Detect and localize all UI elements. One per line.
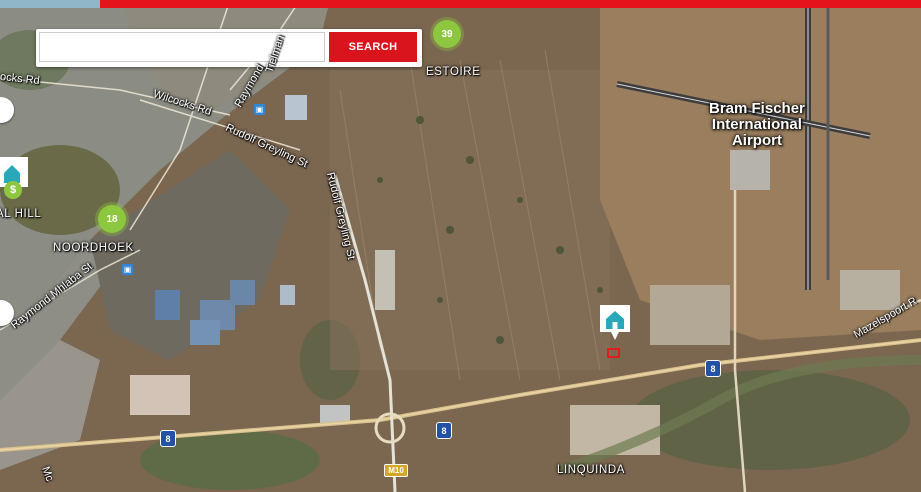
- dollar-icon: $: [4, 181, 22, 199]
- route-shield-n8-center: 8: [436, 422, 452, 439]
- listing-marker[interactable]: [599, 304, 631, 344]
- route-shield-m10: M10: [384, 464, 408, 477]
- house-icon: [600, 305, 630, 340]
- search-button[interactable]: SEARCH: [329, 32, 417, 62]
- listing-cluster-39[interactable]: 39: [433, 20, 461, 48]
- bus-icon: ▣: [122, 264, 133, 275]
- header-accent-bar: [0, 0, 921, 8]
- area-label-estoire: ESTOIRE: [426, 66, 481, 78]
- area-label-noordhoek: NOORDHOEK: [53, 242, 134, 254]
- airport-label-line1: Bram Fischer: [709, 100, 805, 117]
- listing-marker-left[interactable]: $: [0, 155, 32, 201]
- listing-cluster-18[interactable]: 18: [98, 205, 126, 233]
- airport-label: Bram Fischer International Airport: [709, 101, 805, 149]
- route-shield-n8-west: 8: [160, 430, 176, 447]
- area-label-hill: AL HILL: [0, 208, 42, 220]
- airport-label-line3: Airport: [731, 132, 782, 149]
- route-shield-n8-east: 8: [705, 360, 721, 377]
- selected-property-outline[interactable]: [607, 348, 620, 358]
- search-bar: SEARCH: [36, 29, 422, 67]
- header-left-strip: [0, 0, 100, 8]
- airport-label-line2: International: [711, 116, 802, 133]
- area-label-linquinda: LINQUINDA: [557, 464, 626, 476]
- bus-icon: ▣: [254, 104, 265, 115]
